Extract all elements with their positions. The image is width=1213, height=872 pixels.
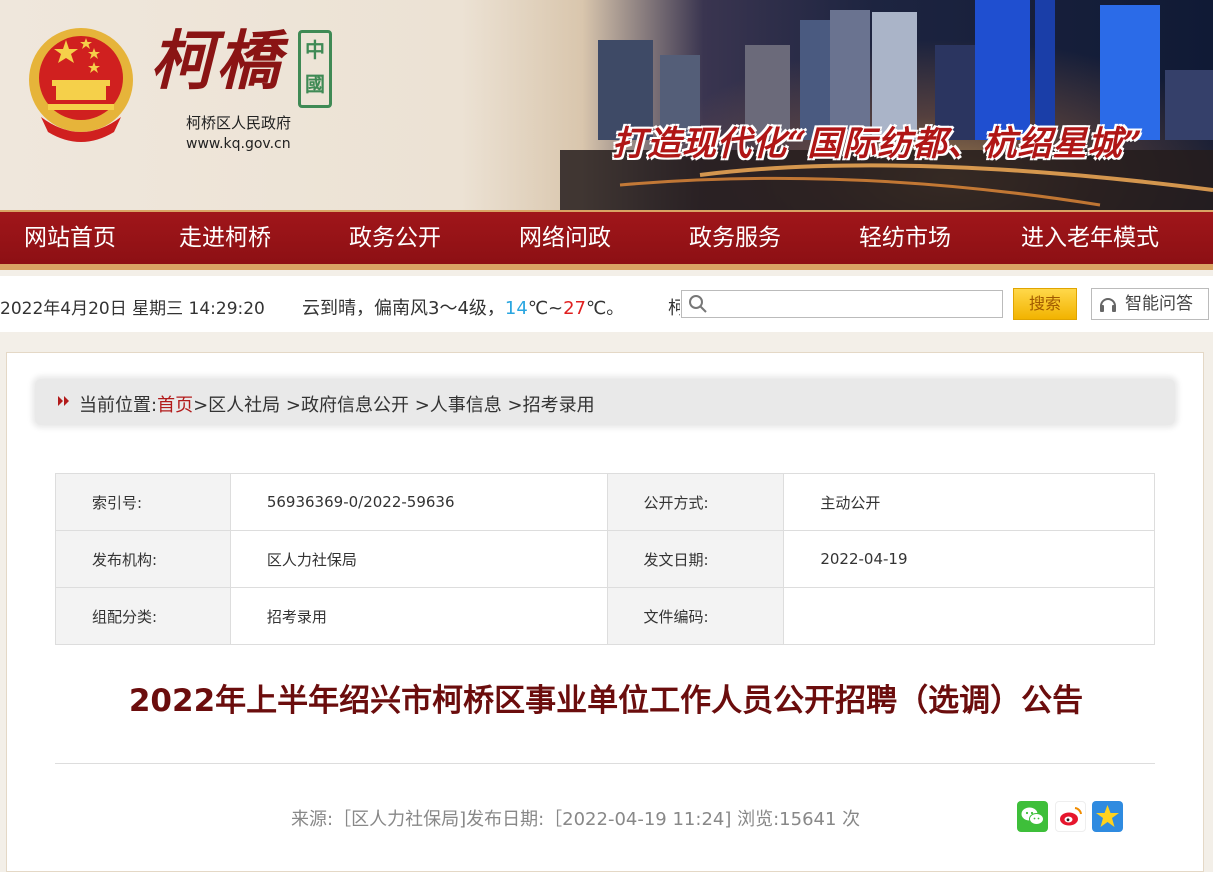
double-chevron-icon — [58, 396, 69, 406]
temp-low: 14 — [504, 298, 528, 319]
breadcrumb-gov-info[interactable]: >政府信息公开 — [280, 395, 409, 416]
nav-about-keqiao[interactable]: 走进柯桥 — [140, 212, 310, 264]
meta-value-category: 招考录用 — [229, 587, 608, 645]
meta-label-open-method: 公开方式: — [606, 473, 785, 531]
header-banner: 柯橋 中國 柯桥区人民政府 www.kq.gov.cn 打造现代化“国际纺都、杭… — [0, 0, 1213, 210]
weather-text: 云到晴，偏南风3～4级，14℃~27℃。 — [302, 294, 624, 320]
main-nav: 网站首页 走进柯桥 政务公开 网络问政 政务服务 轻纺市场 进入老年模式 — [0, 210, 1213, 270]
article-title: 2022年上半年绍兴市柯桥区事业单位工作人员公开招聘（选调）公告 — [128, 683, 1084, 719]
nav-gov-services[interactable]: 政务服务 — [650, 212, 820, 264]
nav-online-inquiry[interactable]: 网络问政 — [480, 212, 650, 264]
meta-label-issue-date: 发文日期: — [606, 530, 785, 588]
search-button[interactable]: 搜索 — [1013, 288, 1077, 320]
national-emblem-icon — [29, 28, 133, 142]
weibo-glyph — [1060, 807, 1082, 826]
china-seal-stamp: 中國 — [298, 30, 332, 108]
content-panel: 当前位置:首页>区人社局 >政府信息公开 >人事信息 >招考录用 索引号: 56… — [6, 352, 1204, 872]
divider — [55, 763, 1155, 764]
temp-high: 27 — [563, 298, 587, 319]
table-row: 索引号: 56936369-0/2022-59636 公开方式: 主动公开 — [55, 473, 1155, 531]
meta-value-open-method: 主动公开 — [783, 473, 1155, 531]
meta-label-category: 组配分类: — [55, 587, 231, 645]
table-row: 组配分类: 招考录用 文件编码: — [55, 587, 1155, 645]
meta-label-publisher: 发布机构: — [55, 530, 231, 588]
temp-suffix: ℃。 — [586, 298, 625, 319]
meta-label-index: 索引号: — [55, 473, 231, 531]
meta-label-doc-number: 文件编码: — [606, 587, 785, 645]
headset-icon — [1100, 298, 1116, 312]
site-logo-text: 柯橋 — [150, 24, 282, 99]
current-datetime: 2022年4月20日 星期三 14:29:20 — [0, 299, 265, 319]
meta-value-doc-number — [783, 587, 1155, 645]
breadcrumb-prefix: 当前位置: — [79, 395, 158, 416]
weather-prefix: 云到晴，偏南风3～4级， — [302, 298, 505, 319]
breadcrumb-hr-bureau[interactable]: >区人社局 — [193, 395, 280, 416]
breadcrumb: 当前位置:首页>区人社局 >政府信息公开 >人事信息 >招考录用 — [35, 379, 1175, 425]
article-source-line: 来源:［区人力社保局]发布日期:［2022-04-19 11:24] 浏览:15… — [291, 809, 861, 830]
table-row: 发布机构: 区人力社保局 发文日期: 2022-04-19 — [55, 530, 1155, 588]
breadcrumb-trail: 当前位置:首页>区人社局 >政府信息公开 >人事信息 >招考录用 — [79, 391, 595, 417]
smart-qa-label: 智能问答 — [1125, 294, 1193, 314]
meta-value-publisher: 区人力社保局 — [229, 530, 608, 588]
nav-textile-market[interactable]: 轻纺市场 — [820, 212, 990, 264]
breadcrumb-home[interactable]: 首页 — [157, 395, 193, 416]
temp-separator: ℃~ — [527, 298, 564, 319]
smart-qa-button[interactable]: 智能问答 — [1091, 288, 1209, 320]
breadcrumb-personnel[interactable]: >人事信息 — [409, 395, 502, 416]
meta-value-index: 56936369-0/2022-59636 — [229, 473, 608, 531]
nav-gov-affairs-open[interactable]: 政务公开 — [310, 212, 480, 264]
search-icon — [689, 295, 707, 313]
wechat-icon[interactable] — [1017, 801, 1048, 832]
qzone-glyph — [1096, 805, 1119, 827]
news-ticker[interactable]: 柯 — [668, 294, 680, 320]
meta-value-issue-date: 2022-04-19 — [783, 530, 1155, 588]
wechat-glyph — [1021, 807, 1044, 825]
qzone-icon[interactable] — [1092, 801, 1123, 832]
document-meta-table: 索引号: 56936369-0/2022-59636 公开方式: 主动公开 发布… — [55, 473, 1155, 645]
nav-elderly-mode[interactable]: 进入老年模式 — [990, 212, 1190, 264]
search-input[interactable] — [712, 293, 1000, 317]
slogan-banner: 打造现代化“国际纺都、杭绍星城” — [612, 124, 1144, 164]
nav-home[interactable]: 网站首页 — [0, 212, 140, 264]
breadcrumb-recruitment[interactable]: >招考录用 — [502, 395, 595, 416]
search-box — [681, 290, 1003, 318]
weibo-icon[interactable] — [1055, 801, 1086, 832]
gov-name: 柯桥区人民政府 — [186, 114, 292, 132]
gov-url: www.kq.gov.cn — [186, 136, 291, 152]
